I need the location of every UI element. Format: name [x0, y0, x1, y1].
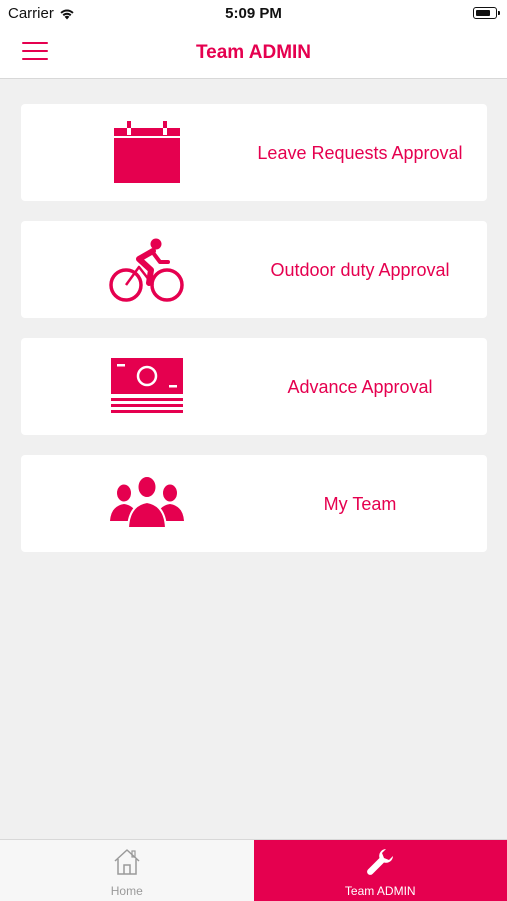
tab-label: Team ADMIN: [254, 884, 507, 898]
team-icon: [109, 471, 185, 537]
tab-team-admin[interactable]: Team ADMIN: [254, 840, 507, 901]
tab-bar: Home Team ADMIN: [0, 839, 507, 901]
calendar-icon: [109, 120, 185, 186]
outdoor-duty-approval-card[interactable]: Outdoor duty Approval: [21, 221, 487, 318]
nav-bar: Team ADMIN: [0, 28, 507, 79]
status-time: 5:09 PM: [0, 5, 507, 22]
advance-approval-card[interactable]: Advance Approval: [21, 338, 487, 435]
home-icon: [111, 846, 143, 878]
card-label: Advance Approval: [247, 338, 473, 435]
my-team-card[interactable]: My Team: [21, 455, 487, 552]
card-label: My Team: [247, 455, 473, 552]
leave-requests-approval-card[interactable]: Leave Requests Approval: [21, 104, 487, 201]
money-icon: [109, 354, 185, 420]
cyclist-icon: [109, 237, 185, 303]
card-label: Outdoor duty Approval: [247, 221, 473, 318]
tab-label: Home: [0, 884, 254, 898]
tab-home[interactable]: Home: [0, 840, 254, 901]
status-bar: Carrier 5:09 PM: [0, 0, 507, 28]
battery-icon: [473, 7, 497, 19]
wrench-icon: [364, 846, 396, 878]
card-label: Leave Requests Approval: [247, 104, 473, 201]
page-title: Team ADMIN: [0, 42, 507, 64]
admin-menu: Leave Requests Approval Outdoor duty App…: [21, 104, 487, 572]
